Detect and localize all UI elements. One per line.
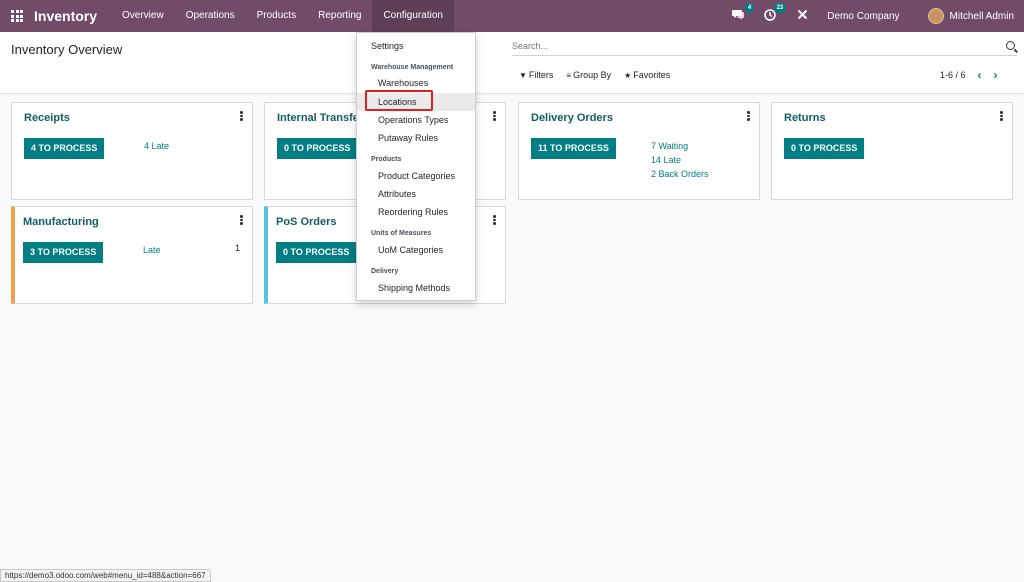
search-icon[interactable] [1006, 41, 1015, 50]
menu-configuration[interactable]: Configuration [372, 0, 454, 32]
filter-funnel-icon: ▼ [519, 70, 527, 80]
card-title[interactable]: Manufacturing [23, 216, 99, 228]
card-receipts: Receipts 4 TO PROCESS 4 Late [11, 102, 253, 200]
menu-products[interactable]: Products [246, 0, 307, 32]
stat-late-link[interactable]: 14 Late [651, 153, 709, 167]
to-process-button[interactable]: 0 TO PROCESS [276, 242, 357, 263]
to-process-button[interactable]: 0 TO PROCESS [277, 138, 358, 159]
kebab-menu-icon[interactable] [493, 215, 496, 225]
messages-count-badge: 4 [744, 3, 755, 13]
pager: 1-6 / 6 ‹ › [940, 69, 998, 81]
section-header-warehouse: Warehouse Management [371, 64, 454, 71]
pager-value[interactable]: 1-6 / 6 [940, 70, 966, 80]
kebab-menu-icon[interactable] [747, 111, 750, 121]
company-switcher[interactable]: Demo Company [827, 11, 899, 22]
activities-clock-icon[interactable]: 23 [763, 3, 787, 23]
search-options: ▼ Filters ≡ Group By ★ Favorites [519, 70, 683, 80]
menu-item-settings[interactable]: Settings [357, 37, 475, 55]
menu-item-uom-categories[interactable]: UoM Categories [357, 241, 475, 259]
menu-item-putaway-rules[interactable]: Putaway Rules [357, 129, 475, 147]
menu-item-shipping-methods[interactable]: Shipping Methods [357, 279, 475, 297]
stat-waiting-link[interactable]: 7 Waiting [651, 139, 709, 153]
to-process-button[interactable]: 11 TO PROCESS [531, 138, 616, 159]
stat-late-count: 1 [234, 243, 240, 253]
pager-next-icon[interactable]: › [994, 69, 998, 81]
activities-count-badge: 23 [773, 3, 787, 13]
menu-item-product-categories[interactable]: Product Categories [357, 167, 475, 185]
stat-late-link[interactable]: 4 Late [144, 139, 169, 153]
debug-tools-icon[interactable] [795, 9, 809, 23]
favorites-label: Favorites [633, 70, 671, 80]
group-by-button[interactable]: ≡ Group By [566, 70, 611, 80]
top-navbar: Inventory Overview Operations Products R… [0, 0, 1024, 32]
stat-back-orders-link[interactable]: 2 Back Orders [651, 167, 709, 181]
group-by-lines-icon: ≡ [566, 70, 572, 80]
section-header-uom: Units of Measures [371, 230, 432, 237]
card-stats: Late [143, 243, 161, 257]
favorites-button[interactable]: ★ Favorites [624, 70, 670, 80]
page-title: Inventory Overview [11, 42, 123, 57]
to-process-button[interactable]: 4 TO PROCESS [24, 138, 105, 159]
star-icon: ★ [624, 70, 632, 80]
menu-overview[interactable]: Overview [111, 0, 175, 32]
card-title[interactable]: Receipts [24, 112, 70, 124]
user-menu[interactable]: Mitchell Admin [950, 11, 1014, 22]
app-name[interactable]: Inventory [34, 8, 97, 24]
link-url-statusbar: https://demo3.odoo.com/web#menu_id=488&a… [0, 569, 211, 582]
card-title[interactable]: PoS Orders [276, 216, 337, 228]
user-avatar[interactable] [927, 8, 944, 24]
filters-button[interactable]: ▼ Filters [519, 70, 553, 80]
card-stats: 4 Late [144, 139, 169, 153]
stat-late-link[interactable]: Late [143, 243, 161, 257]
locations-highlight-box [365, 90, 433, 111]
kebab-menu-icon[interactable] [240, 215, 243, 225]
menu-item-operation-types[interactable]: Operations Types [357, 111, 475, 129]
kebab-menu-icon[interactable] [1000, 111, 1003, 121]
search-input[interactable] [512, 38, 992, 54]
group-by-label: Group By [573, 70, 612, 80]
systray: 4 23 Demo Company Mitchell Admin [731, 0, 1014, 32]
apps-grid-icon[interactable] [11, 10, 23, 22]
card-title[interactable]: Delivery Orders [531, 112, 613, 124]
menu-item-attributes[interactable]: Attributes [357, 185, 475, 203]
control-panel: Inventory Overview ▼ Filters ≡ Group By … [0, 32, 1024, 94]
pager-previous-icon[interactable]: ‹ [978, 69, 982, 81]
card-title[interactable]: Returns [784, 112, 826, 124]
to-process-button[interactable]: 3 TO PROCESS [23, 242, 104, 263]
configuration-dropdown: Settings Warehouse Management Warehouses… [356, 32, 476, 301]
menu-reporting[interactable]: Reporting [307, 0, 372, 32]
filters-label: Filters [528, 70, 554, 80]
section-header-products: Products [371, 156, 402, 163]
card-stats: 7 Waiting 14 Late 2 Back Orders [651, 139, 709, 181]
kebab-menu-icon[interactable] [493, 111, 496, 121]
card-delivery-orders: Delivery Orders 11 TO PROCESS 7 Waiting … [518, 102, 760, 200]
section-header-delivery: Delivery [371, 268, 399, 275]
search-bar [512, 38, 1017, 56]
messages-icon[interactable]: 4 [731, 3, 755, 23]
menu-operations[interactable]: Operations [175, 0, 246, 32]
kebab-menu-icon[interactable] [240, 111, 243, 121]
card-returns: Returns 0 TO PROCESS [771, 102, 1013, 200]
menu-item-reordering-rules[interactable]: Reordering Rules [357, 203, 475, 221]
to-process-button[interactable]: 0 TO PROCESS [784, 138, 865, 159]
card-manufacturing: Manufacturing 3 TO PROCESS Late 1 [11, 206, 253, 304]
